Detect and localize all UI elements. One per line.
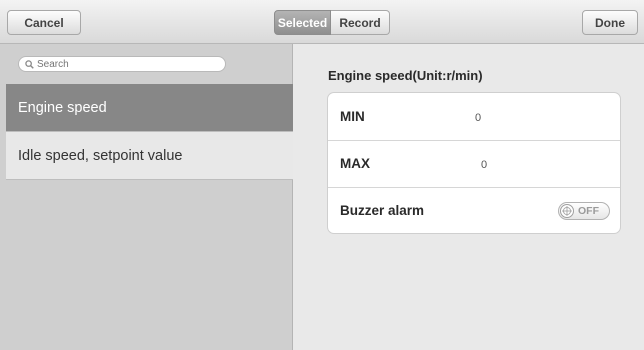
buzzer-alarm-row: Buzzer alarm OFF	[328, 187, 620, 234]
segment-selected[interactable]: Selected	[274, 10, 331, 35]
toggle-state-text: OFF	[578, 205, 599, 217]
max-label: MAX	[340, 156, 370, 171]
crosshair-icon	[560, 204, 574, 218]
buzzer-alarm-label: Buzzer alarm	[340, 203, 425, 218]
parameter-sidebar: Engine speed Idle speed, setpoint value	[0, 44, 293, 350]
cancel-button[interactable]: Cancel	[7, 10, 81, 35]
list-item-label: Idle speed, setpoint value	[18, 147, 183, 164]
list-item-engine-speed[interactable]: Engine speed	[6, 84, 293, 132]
min-row[interactable]: MIN 0	[328, 93, 620, 141]
list-item-label: Engine speed	[18, 99, 107, 116]
view-segmented-control: Selected Record	[274, 10, 390, 35]
max-row[interactable]: MAX 0	[328, 140, 620, 188]
top-toolbar: Cancel Selected Record Done	[0, 0, 644, 44]
min-value[interactable]: 0	[475, 112, 481, 124]
buzzer-alarm-toggle[interactable]: OFF	[558, 202, 610, 220]
search-input[interactable]	[37, 58, 217, 70]
search-icon	[25, 59, 34, 69]
list-item-idle-speed-setpoint[interactable]: Idle speed, setpoint value	[6, 132, 293, 180]
min-label: MIN	[340, 109, 365, 124]
panel-title: Engine speed(Unit:r/min)	[328, 68, 483, 83]
max-value[interactable]: 0	[481, 159, 487, 171]
detail-panel: Engine speed(Unit:r/min) MIN 0 MAX 0 Buz…	[294, 44, 644, 350]
settings-card: MIN 0 MAX 0 Buzzer alarm OFF	[327, 92, 621, 234]
segment-record[interactable]: Record	[331, 10, 390, 35]
search-bar[interactable]	[18, 56, 226, 72]
done-button[interactable]: Done	[582, 10, 638, 35]
